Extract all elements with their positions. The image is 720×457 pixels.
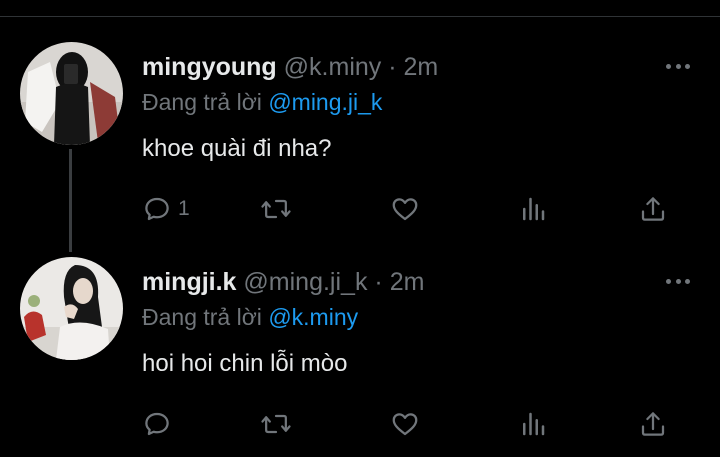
replying-to: Đang trả lời @k.miny	[142, 303, 358, 331]
timestamp[interactable]: 2m	[404, 53, 439, 81]
display-name[interactable]: mingyoung	[142, 53, 277, 81]
avatar[interactable]	[20, 42, 123, 145]
retweet-icon	[261, 414, 291, 434]
replying-to-label: Đang trả lời	[142, 89, 262, 115]
reply-button[interactable]	[142, 407, 178, 441]
action-bar: 1	[142, 192, 672, 226]
thread-line	[69, 149, 72, 252]
tweet-header: mingji.k @ming.ji_k · 2m	[142, 267, 424, 297]
like-button[interactable]	[390, 407, 420, 441]
tweet-text: khoe quài đi nha?	[142, 135, 332, 162]
tweet[interactable]: mingji.k @ming.ji_k · 2m Đang trả lời @k…	[0, 255, 720, 455]
views-icon	[523, 412, 545, 436]
share-icon	[641, 197, 665, 221]
tweet[interactable]: mingyoung @k.miny · 2m Đang trả lời @min…	[0, 40, 720, 252]
share-button[interactable]	[638, 407, 668, 441]
more-icon[interactable]	[666, 277, 690, 285]
display-name[interactable]: mingji.k	[142, 268, 236, 296]
share-icon	[641, 412, 665, 436]
views-button[interactable]	[518, 192, 548, 226]
reply-icon	[145, 412, 169, 436]
replying-to-mention[interactable]: @k.miny	[268, 304, 358, 330]
tweet-header: mingyoung @k.miny · 2m	[142, 52, 438, 82]
like-icon	[392, 198, 418, 221]
share-button[interactable]	[638, 192, 668, 226]
separator-dot: ·	[388, 53, 397, 81]
retweet-icon	[261, 199, 291, 219]
like-icon	[392, 413, 418, 436]
retweet-button[interactable]	[260, 407, 292, 441]
top-divider	[0, 16, 720, 17]
views-button[interactable]	[518, 407, 548, 441]
timestamp[interactable]: 2m	[390, 268, 425, 296]
more-icon[interactable]	[666, 62, 690, 70]
views-icon	[523, 197, 545, 221]
action-bar	[142, 407, 672, 441]
replying-to-label: Đang trả lời	[142, 304, 262, 330]
replying-to-mention[interactable]: @ming.ji_k	[268, 89, 382, 115]
reply-button[interactable]: 1	[142, 192, 190, 226]
user-handle[interactable]: @k.miny	[284, 53, 382, 81]
user-handle[interactable]: @ming.ji_k	[243, 268, 367, 296]
reply-count: 1	[178, 197, 190, 220]
tweet-text: hoi hoi chin lỗi mòo	[142, 350, 348, 377]
retweet-button[interactable]	[260, 192, 292, 226]
replying-to: Đang trả lời @ming.ji_k	[142, 88, 382, 116]
avatar[interactable]	[20, 257, 123, 360]
separator-dot: ·	[374, 268, 383, 296]
like-button[interactable]	[390, 192, 420, 226]
reply-icon	[145, 197, 169, 221]
